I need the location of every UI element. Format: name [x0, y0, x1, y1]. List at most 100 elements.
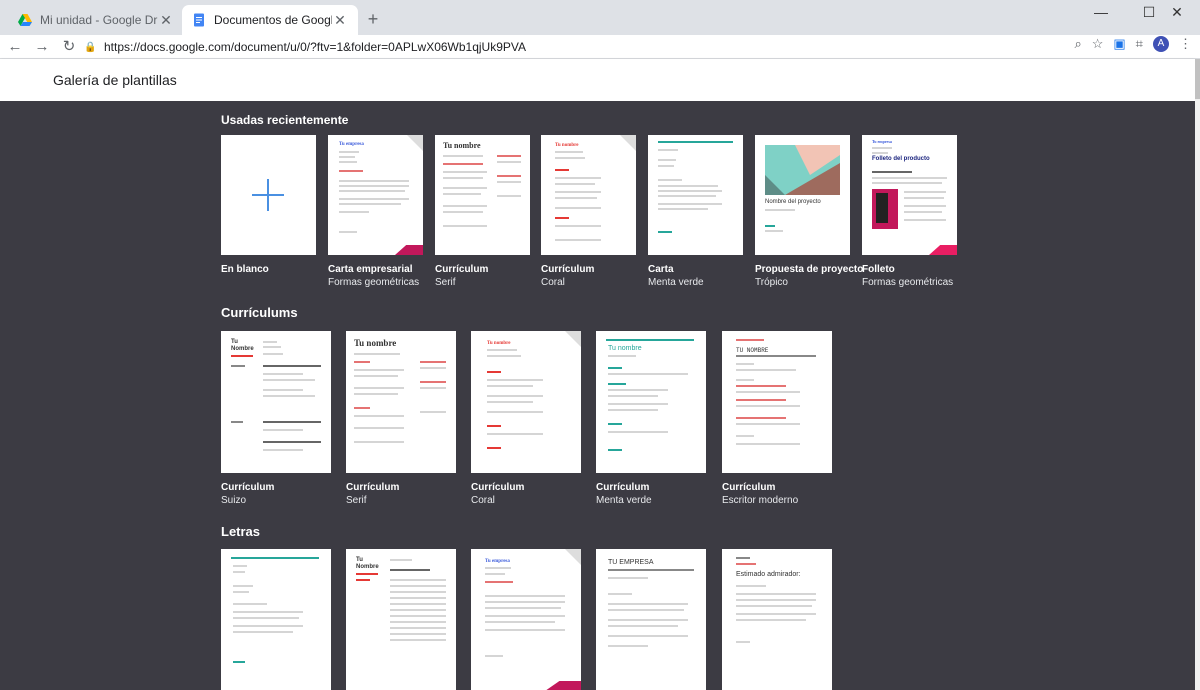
template-thumbnail[interactable]: Tu empresa Folleto del producto [862, 135, 957, 255]
template-name: Currículum [435, 264, 489, 275]
template-carta-empresarial[interactable]: Tu empresa Carta empresarial Formas geom… [328, 135, 423, 288]
thumb-heading: Tu nombre [487, 341, 511, 346]
thumb-heading: Estimado admirador: [736, 571, 801, 578]
thumb-heading: Tu nombre [555, 143, 579, 148]
template-thumbnail[interactable]: TU EMPRESA [596, 549, 706, 690]
close-tab-icon[interactable]: ✕ [332, 12, 348, 29]
template-thumbnail[interactable]: Tu nombre [471, 331, 581, 473]
template-subtitle: Serif [346, 495, 367, 506]
scrollbar-track[interactable] [1195, 59, 1200, 690]
template-name: Propuesta de proyecto [755, 264, 864, 275]
template-thumbnail[interactable]: Estimado admirador: [722, 549, 832, 690]
template-name: Currículum [346, 482, 400, 493]
thumb-heading: Tu empresa [872, 139, 892, 144]
plus-icon [252, 179, 284, 211]
template-curriculum-coral[interactable]: Tu nombre Currículum Coral [541, 135, 636, 288]
thumb-heading: Tu nombre [608, 345, 642, 352]
template-subtitle: Serif [435, 277, 456, 288]
template-thumbnail[interactable]: Nombre del proyecto [755, 135, 850, 255]
template-thumbnail[interactable]: Tu nombre [596, 331, 706, 473]
template-curriculum-coral-2[interactable]: Tu nombre Currículum Coral [471, 331, 581, 506]
template-curriculum-suizo[interactable]: Tu Nombre Currículum Suizo [221, 331, 331, 506]
extension-icon[interactable]: ▣ [1113, 36, 1125, 52]
template-name: Folleto [862, 264, 895, 275]
template-subtitle: Suizo [221, 495, 247, 506]
thumb-heading: TU NOMBRE [736, 347, 769, 354]
template-thumbnail[interactable]: Tu nombre [541, 135, 636, 255]
docs-icon [194, 13, 204, 27]
thumb-heading: Folleto del producto [872, 156, 930, 162]
reload-button[interactable]: ↻ [57, 35, 81, 59]
phone-screen [876, 193, 888, 223]
template-name: Currículum [221, 482, 275, 493]
template-letter-3[interactable]: Tu empresa [471, 549, 581, 690]
template-thumbnail[interactable]: TU NOMBRE [722, 331, 832, 473]
new-tab-button[interactable]: + [362, 8, 384, 30]
close-tab-icon[interactable]: ✕ [158, 12, 174, 29]
zoom-icon[interactable]: ⌕ [1074, 36, 1081, 52]
template-blank[interactable]: En blanco [221, 135, 316, 275]
tab-title: Documentos de Google [214, 13, 332, 27]
template-curriculum-serif-2[interactable]: Tu nombre Currículum Serif [346, 331, 456, 506]
template-subtitle: Menta verde [648, 277, 704, 288]
back-button[interactable]: ← [3, 35, 27, 59]
template-letter-5[interactable]: Estimado admirador: [722, 549, 832, 690]
template-name: Currículum [541, 264, 595, 275]
minimize-button[interactable]: — [1078, 0, 1124, 24]
forward-button[interactable]: → [30, 35, 54, 59]
thumb-heading: Tu empresa [485, 559, 510, 564]
url-text: https://docs.google.com/document/u/0/?ft… [104, 40, 527, 54]
template-thumbnail[interactable]: Tu nombre [435, 135, 530, 255]
section-title-recent: Usadas recientemente [221, 113, 349, 127]
thumb-heading: Tu Nombre [231, 339, 254, 352]
template-name: En blanco [221, 264, 269, 275]
template-curriculum-escritor[interactable]: TU NOMBRE Currículum Escritor moderno [722, 331, 832, 506]
template-curriculum-serif[interactable]: Tu nombre Currículum Serif [435, 135, 530, 288]
template-thumbnail[interactable]: Tu Nombre [221, 331, 331, 473]
template-gallery: Usadas recientemente En blanco Tu empres… [0, 101, 1195, 690]
template-letter-2[interactable]: Tu Nombre [346, 549, 456, 690]
scrollbar-thumb[interactable] [1195, 59, 1200, 99]
template-name: Currículum [471, 482, 525, 493]
tab-drive[interactable]: Mi unidad - Google Drive ✕ [8, 5, 184, 35]
template-name: Currículum [722, 482, 776, 493]
template-subtitle: Formas geométricas [862, 277, 954, 288]
template-thumbnail[interactable]: Tu nombre [346, 331, 456, 473]
template-thumbnail[interactable] [221, 549, 331, 690]
thumb-heading: Tu nombre [443, 141, 481, 150]
lock-icon: 🔒 [84, 41, 97, 53]
toolbar-actions: ⌕ ☆ ▣ ⌗ A ⋮ [1074, 36, 1192, 52]
template-subtitle: Trópico [755, 277, 788, 288]
browser-tab-bar: Mi unidad - Google Drive ✕ Documentos de… [0, 0, 1200, 35]
template-name: Carta [648, 264, 674, 275]
section-title-letras: Letras [221, 524, 261, 539]
template-subtitle: Escritor moderno [722, 495, 799, 506]
template-thumbnail[interactable]: Tu empresa [328, 135, 423, 255]
thumb-heading: TU EMPRESA [608, 559, 654, 566]
address-bar[interactable]: 🔒 https://docs.google.com/document/u/0/?… [84, 36, 1084, 58]
template-carta-menta[interactable]: Carta Menta verde [648, 135, 743, 288]
tab-docs[interactable]: Documentos de Google ✕ [182, 5, 358, 35]
template-letter-4[interactable]: TU EMPRESA [596, 549, 706, 690]
tab-title: Mi unidad - Google Drive [40, 13, 158, 27]
bookmark-star-icon[interactable]: ☆ [1092, 36, 1104, 52]
template-propuesta-tropico[interactable]: Nombre del proyecto Propuesta de proyect… [755, 135, 864, 288]
extension-2-icon[interactable]: ⌗ [1136, 36, 1143, 52]
avatar[interactable]: A [1153, 36, 1169, 52]
template-letter-1[interactable] [221, 549, 331, 690]
menu-icon[interactable]: ⋮ [1179, 36, 1192, 52]
template-curriculum-menta[interactable]: Tu nombre Currículum Menta verde [596, 331, 706, 506]
template-subtitle: Coral [471, 495, 495, 506]
drive-icon [18, 14, 32, 26]
template-thumbnail[interactable] [648, 135, 743, 255]
template-folleto[interactable]: Tu empresa Folleto del producto Folleto … [862, 135, 957, 288]
section-title-curriculums: Currículums [221, 305, 298, 320]
close-window-button[interactable]: ✕ [1154, 0, 1200, 24]
template-thumbnail[interactable]: Tu Nombre [346, 549, 456, 690]
template-name: Currículum [596, 482, 650, 493]
template-thumbnail[interactable]: Tu empresa [471, 549, 581, 690]
template-thumbnail[interactable] [221, 135, 316, 255]
template-name: Carta empresarial [328, 264, 413, 275]
thumb-heading: Tu Nombre [356, 557, 379, 570]
template-subtitle: Coral [541, 277, 565, 288]
